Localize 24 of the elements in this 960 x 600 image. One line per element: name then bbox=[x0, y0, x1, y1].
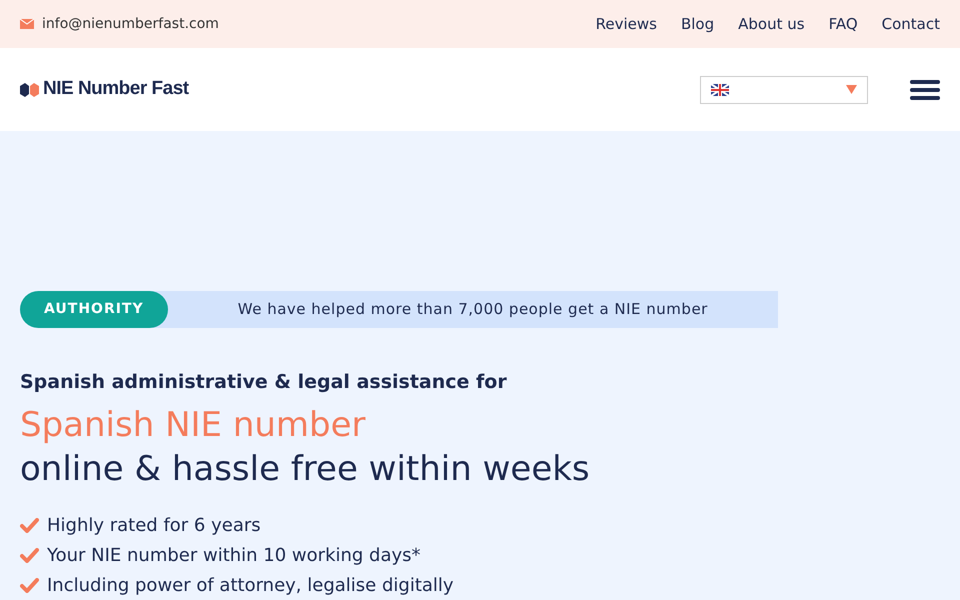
mail-icon bbox=[20, 19, 34, 29]
flag-icon bbox=[711, 84, 729, 96]
logo-text: NIE Number Fast bbox=[43, 77, 189, 102]
logo-icon bbox=[20, 82, 39, 96]
nav-link[interactable]: FAQ bbox=[828, 12, 858, 36]
subtitle: Spanish administrative & legal assistance for bbox=[20, 370, 508, 395]
feature-text: Highly rated for 6 years bbox=[47, 514, 261, 538]
menu-icon[interactable] bbox=[910, 78, 940, 100]
nav-link[interactable]: Blog bbox=[680, 12, 714, 36]
nav-link[interactable]: About us bbox=[738, 12, 805, 36]
check-icon bbox=[20, 548, 39, 563]
nav-link[interactable]: Contact bbox=[882, 12, 940, 36]
caret-icon bbox=[846, 85, 857, 94]
nav-link[interactable]: Reviews bbox=[596, 12, 657, 36]
language-select[interactable] bbox=[700, 76, 868, 104]
authority-text: We have helped more than 7,000 people get a NIE number bbox=[236, 299, 709, 320]
check-icon bbox=[20, 518, 39, 533]
authority-label: AUTHORITY bbox=[20, 291, 168, 328]
email-text: info@nienumberfast.com bbox=[42, 14, 219, 34]
headline-accent: Spanish NIE number bbox=[20, 404, 367, 446]
headline: online & hassle free within weeks bbox=[20, 448, 591, 490]
feature-text: Your NIE number within 10 working days* bbox=[47, 544, 421, 568]
feature-text: Including power of attorney, legalise digitally bbox=[47, 574, 454, 598]
check-icon bbox=[20, 578, 39, 593]
